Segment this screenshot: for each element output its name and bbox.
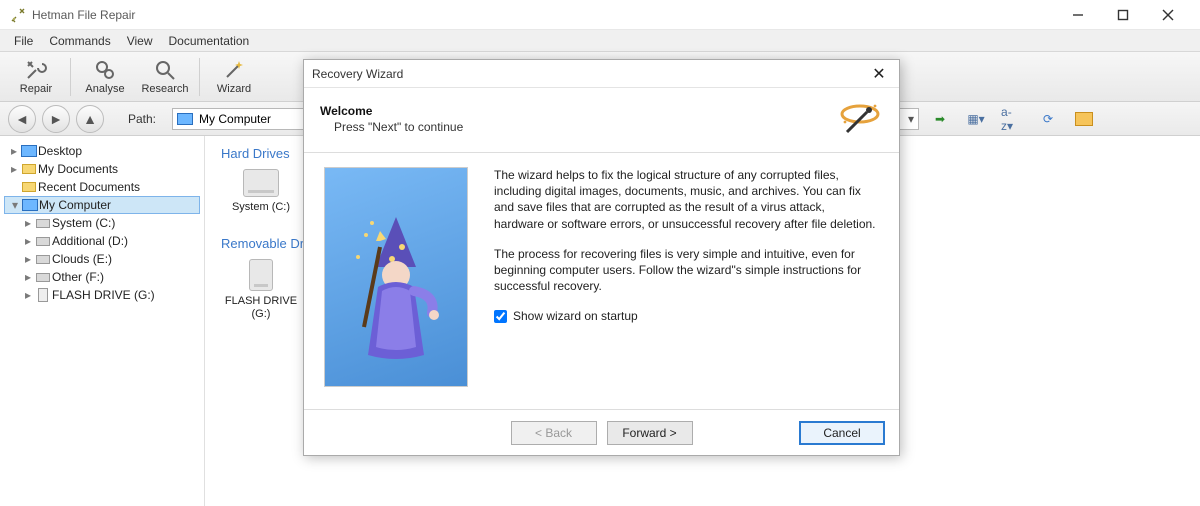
toolbar-separator bbox=[199, 58, 200, 96]
app-icon bbox=[10, 7, 26, 23]
folder-tree: ▸Desktop ▸My Documents Recent Documents … bbox=[0, 136, 205, 506]
menu-bar: File Commands View Documentation bbox=[0, 30, 1200, 52]
dialog-close-button[interactable]: ✕ bbox=[867, 62, 891, 86]
toolbar-wizard-label: Wizard bbox=[217, 83, 251, 95]
dialog-header: Welcome Press "Next" to continue bbox=[304, 88, 899, 152]
tree-additional-d[interactable]: ▸Additional (D:) bbox=[4, 232, 200, 250]
tree-other-f[interactable]: ▸Other (F:) bbox=[4, 268, 200, 286]
back-button: < Back bbox=[511, 421, 597, 445]
dialog-welcome: Welcome bbox=[320, 104, 837, 118]
menu-view[interactable]: View bbox=[119, 32, 161, 50]
toolbar-research-label: Research bbox=[141, 83, 188, 95]
recovery-wizard-dialog: Recovery Wizard ✕ Welcome Press "Next" t… bbox=[303, 59, 900, 456]
forward-button[interactable]: Forward > bbox=[607, 421, 693, 445]
toolbar-analyse[interactable]: Analyse bbox=[75, 56, 135, 97]
drive-icon bbox=[243, 169, 279, 197]
dialog-paragraph-2: The process for recovering files is very… bbox=[494, 246, 877, 295]
cancel-button[interactable]: Cancel bbox=[799, 421, 885, 445]
dialog-title: Recovery Wizard bbox=[312, 67, 867, 81]
dialog-footer: < Back Forward > Cancel bbox=[304, 409, 899, 455]
tree-mycomputer[interactable]: ▾My Computer bbox=[4, 196, 200, 214]
dialog-text: The wizard helps to fix the logical stru… bbox=[494, 167, 877, 401]
folder-icon[interactable] bbox=[1073, 108, 1095, 130]
tree-flash-g[interactable]: ▸FLASH DRIVE (G:) bbox=[4, 286, 200, 304]
nav-back-button[interactable]: ◄ bbox=[8, 105, 36, 133]
go-icon[interactable]: ➡ bbox=[929, 108, 951, 130]
drive-flash-g[interactable]: FLASH DRIVE (G:) bbox=[221, 259, 301, 321]
gear-icon bbox=[93, 58, 117, 82]
close-button[interactable] bbox=[1145, 0, 1190, 30]
nav-forward-button[interactable]: ► bbox=[42, 105, 70, 133]
tree-system-c[interactable]: ▸System (C:) bbox=[4, 214, 200, 232]
toolbar-wizard[interactable]: Wizard bbox=[204, 56, 264, 97]
menu-commands[interactable]: Commands bbox=[41, 32, 118, 50]
drive-system-c[interactable]: System (C:) bbox=[221, 169, 301, 214]
window-title: Hetman File Repair bbox=[32, 8, 1055, 22]
path-label: Path: bbox=[128, 112, 156, 126]
sort-icon[interactable]: a-z▾ bbox=[1001, 108, 1023, 130]
path-value: My Computer bbox=[199, 112, 271, 126]
toolbar-separator bbox=[70, 58, 71, 96]
dialog-paragraph-1: The wizard helps to fix the logical stru… bbox=[494, 167, 877, 232]
tree-desktop[interactable]: ▸Desktop bbox=[4, 142, 200, 160]
wrench-icon bbox=[24, 58, 48, 82]
toolbar-repair-label: Repair bbox=[20, 83, 52, 95]
tree-mydocuments[interactable]: ▸My Documents bbox=[4, 160, 200, 178]
toolbar-research[interactable]: Research bbox=[135, 56, 195, 97]
tree-recent[interactable]: Recent Documents bbox=[4, 178, 200, 196]
menu-documentation[interactable]: Documentation bbox=[161, 32, 258, 50]
toolbar-analyse-label: Analyse bbox=[85, 83, 124, 95]
dialog-subtitle: Press "Next" to continue bbox=[334, 120, 837, 134]
toolbar-repair[interactable]: Repair bbox=[6, 56, 66, 97]
show-on-startup-label: Show wizard on startup bbox=[513, 308, 638, 324]
wizard-illustration bbox=[324, 167, 468, 387]
tree-clouds-e[interactable]: ▸Clouds (E:) bbox=[4, 250, 200, 268]
wand-icon bbox=[222, 58, 246, 82]
menu-file[interactable]: File bbox=[6, 32, 41, 50]
maximize-button[interactable] bbox=[1100, 0, 1145, 30]
search-icon bbox=[153, 58, 177, 82]
monitor-icon bbox=[177, 113, 193, 125]
dialog-titlebar: Recovery Wizard ✕ bbox=[304, 60, 899, 88]
show-on-startup-row[interactable]: Show wizard on startup bbox=[494, 308, 877, 324]
show-on-startup-checkbox[interactable] bbox=[494, 310, 507, 323]
title-bar: Hetman File Repair bbox=[0, 0, 1200, 30]
nav-up-button[interactable]: ▲ bbox=[76, 105, 104, 133]
minimize-button[interactable] bbox=[1055, 0, 1100, 30]
dialog-body: The wizard helps to fix the logical stru… bbox=[304, 153, 899, 409]
wand-icon bbox=[837, 96, 883, 142]
image-options-icon[interactable]: ▦▾ bbox=[965, 108, 987, 130]
usb-drive-icon bbox=[249, 259, 273, 291]
refresh-icon[interactable]: ⟳ bbox=[1037, 108, 1059, 130]
